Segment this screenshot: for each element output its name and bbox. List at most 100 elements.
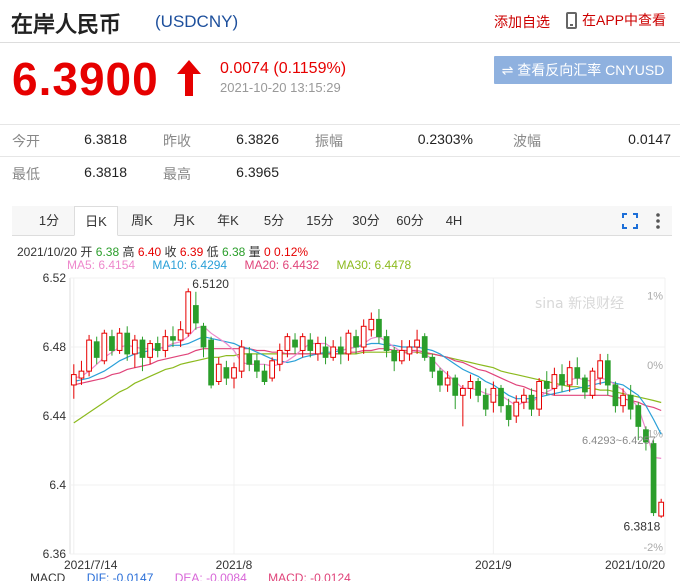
candle-body — [444, 377, 451, 386]
stats-top-divider — [0, 124, 680, 125]
tab-5min[interactable]: 5分 — [254, 206, 294, 236]
x-tick-label: 2021/10/20 — [605, 558, 665, 571]
candle-body — [124, 332, 131, 355]
ma30-line — [73, 351, 662, 424]
candle-body — [353, 336, 359, 348]
candle-body — [368, 318, 375, 331]
period-tabs: 1分 日K 周K 月K 年K 5分 15分 30分 60分 4H — [12, 206, 672, 236]
prev-close-value: 6.3826 — [236, 131, 279, 147]
candle-body — [299, 336, 306, 351]
ohlc-low-label: 低 — [206, 245, 219, 259]
candle-body — [574, 367, 581, 379]
candle-body — [254, 360, 260, 372]
candlestick-chart[interactable]: 6.526.486.446.46.361%0%-1%-2%2021/7/14 20… — [0, 268, 680, 571]
tab-weekly[interactable]: 周K — [122, 206, 162, 236]
candle-body — [154, 343, 161, 351]
page-title: 在岸人民币 — [11, 13, 122, 38]
candle-body — [86, 339, 92, 372]
ohlc-date: 2021/10/20 — [17, 245, 78, 259]
open-value: 6.3818 — [84, 131, 127, 147]
candle-body — [376, 318, 382, 338]
add-watchlist-button[interactable]: 添加自选 — [494, 12, 550, 32]
candle-body — [147, 343, 153, 358]
candle-body — [109, 336, 115, 351]
symbol-code: (USDCNY) — [155, 12, 239, 31]
candle-body — [391, 349, 398, 362]
candle-body — [551, 374, 558, 389]
candle-body — [238, 346, 245, 372]
candle-body — [559, 374, 565, 386]
ohlc-pct: 0.12% — [274, 245, 309, 259]
header-divider — [0, 42, 680, 43]
stats-mid-divider — [0, 156, 680, 157]
candle-body — [513, 401, 520, 417]
open-label: 今开 — [12, 133, 40, 149]
tab-60min[interactable]: 60分 — [390, 206, 430, 236]
candle-body — [193, 305, 199, 324]
more-vertical-icon[interactable] — [654, 212, 662, 230]
candle-body — [406, 346, 413, 355]
candle-body — [498, 387, 504, 407]
candle-body — [620, 394, 626, 407]
candle-body — [208, 339, 214, 386]
amplitude-value: 0.2303% — [417, 131, 473, 147]
prev-close-label: 昨收 — [163, 133, 191, 149]
reverse-rate-button[interactable]: ⇌ 查看反向汇率 CNYUSD — [494, 56, 672, 84]
candle-body — [635, 405, 642, 427]
tab-1min[interactable]: 1分 — [30, 206, 68, 236]
tab-daily[interactable]: 日K — [74, 206, 118, 236]
tab-15min[interactable]: 15分 — [300, 206, 340, 236]
tab-monthly[interactable]: 月K — [164, 206, 204, 236]
candle-body — [269, 360, 276, 379]
candle-body — [330, 346, 337, 358]
candle-body — [284, 336, 291, 351]
dif-legend: DIF: -0.0147 — [86, 571, 154, 581]
candle-body — [383, 336, 390, 351]
candle-body — [589, 370, 596, 396]
dea-legend: DEA: -0.0084 — [174, 571, 247, 581]
macd-legend: MACD DIF: -0.0147 DEA: -0.0084 MACD: -0.… — [30, 571, 369, 581]
tab-4h[interactable]: 4H — [436, 206, 472, 236]
candle-body — [360, 325, 367, 348]
ohlc-volume-label: 量 — [248, 245, 261, 259]
candle-body — [505, 405, 512, 420]
high-annotation: 6.5120 — [192, 277, 229, 291]
macd-value-legend: MACD: -0.0124 — [268, 571, 351, 581]
macd-label: MACD — [30, 571, 66, 581]
y-tick-label: 6.36 — [43, 547, 67, 561]
view-in-app-button[interactable]: 在APP中查看 — [566, 10, 666, 30]
candle-body — [231, 367, 237, 379]
amplitude-label: 振幅 — [315, 133, 343, 149]
candle-body — [345, 332, 352, 355]
candle-body — [276, 349, 283, 365]
candle-body — [307, 339, 314, 351]
ohlc-low: 6.38 — [221, 245, 246, 259]
candle-body — [337, 346, 344, 355]
y-pct-label: -2% — [643, 542, 663, 554]
candle-body — [650, 443, 657, 514]
low-label: 最低 — [12, 166, 40, 182]
x-tick-label: 2021/8 — [216, 558, 253, 571]
candle-body — [597, 360, 604, 379]
x-tick-label: 2021/9 — [475, 558, 512, 571]
candle-body — [131, 339, 138, 355]
candle-body — [467, 381, 474, 389]
candle-body — [170, 336, 176, 341]
candle-body — [116, 332, 123, 351]
range-value: 0.0147 — [628, 131, 671, 147]
fullscreen-icon[interactable] — [622, 213, 638, 229]
tab-yearly[interactable]: 年K — [208, 206, 248, 236]
current-price: 6.3900 — [12, 53, 159, 105]
candle-body — [398, 349, 405, 362]
candle-body — [414, 339, 420, 348]
candle-body — [246, 353, 253, 365]
watermark-logo: sina 新浪财经 — [535, 296, 624, 312]
tab-30min[interactable]: 30分 — [346, 206, 386, 236]
y-pct-label: 1% — [647, 290, 663, 302]
y-tick-label: 6.4 — [49, 478, 66, 492]
y-tick-label: 6.52 — [43, 271, 67, 285]
candle-body — [101, 332, 108, 362]
high-value: 6.3965 — [236, 164, 279, 180]
candle-body — [215, 363, 222, 382]
candle-body — [70, 374, 77, 386]
